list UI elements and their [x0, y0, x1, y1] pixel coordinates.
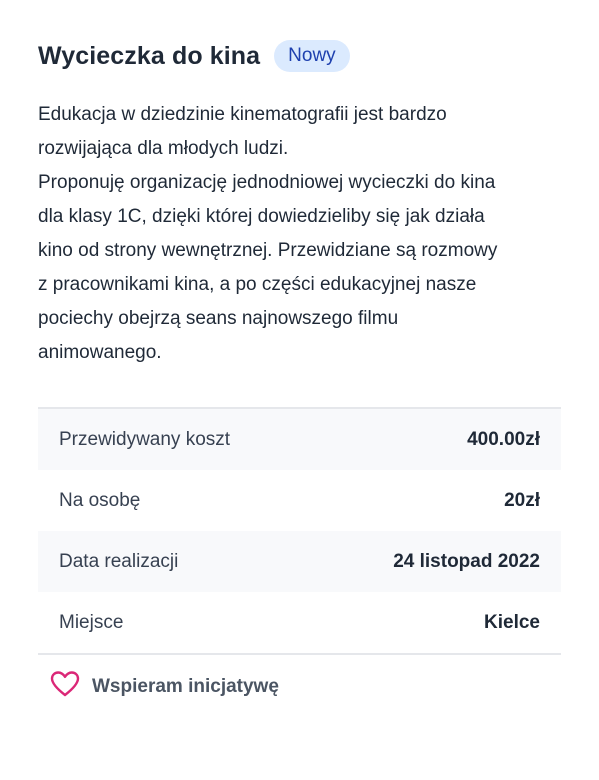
details-table: Przewidywany koszt 400.00zł Na osobę 20z… [38, 407, 561, 655]
description-line: rozwijająca dla młodych ludzi. [38, 138, 289, 159]
support-button[interactable]: Wspieram inicjatywę [50, 670, 279, 703]
status-badge: Nowy [274, 40, 350, 72]
detail-label: Na osobę [59, 489, 141, 511]
detail-row-per-person: Na osobę 20zł [38, 470, 561, 531]
detail-value: Kielce [484, 611, 540, 633]
description-line: pociechy obejrzą seans najnowszego filmu [38, 308, 399, 329]
detail-value: 24 listopad 2022 [393, 550, 540, 572]
description-line: animowanego. [38, 342, 162, 363]
detail-label: Data realizacji [59, 550, 179, 572]
description-line: kino od strony wewnętrznej. Przewidziane… [38, 240, 498, 261]
card-header: Wycieczka do kina Nowy [38, 40, 350, 72]
page-title: Wycieczka do kina [38, 41, 261, 70]
description-line: Edukacja w dziedzinie kinematografii jes… [38, 104, 447, 125]
detail-row-date: Data realizacji 24 listopad 2022 [38, 531, 561, 592]
support-label: Wspieram inicjatywę [92, 675, 279, 697]
detail-row-cost: Przewidywany koszt 400.00zł [38, 409, 561, 470]
detail-value: 20zł [504, 489, 540, 511]
detail-row-place: Miejsce Kielce [38, 592, 561, 653]
description-line: dla klasy 1C, dzięki której dowiedzielib… [38, 206, 485, 227]
description-line: z pracownikami kina, a po części edukacy… [38, 274, 477, 295]
description: Edukacja w dziedzinie kinematografii jes… [38, 98, 568, 370]
detail-label: Przewidywany koszt [59, 428, 231, 450]
detail-label: Miejsce [59, 611, 124, 633]
heart-icon [50, 670, 80, 703]
detail-value: 400.00zł [467, 428, 540, 450]
description-line: Proponuję organizację jednodniowej wycie… [38, 172, 496, 193]
initiative-card: Wycieczka do kina Nowy Edukacja w dziedz… [0, 0, 599, 780]
